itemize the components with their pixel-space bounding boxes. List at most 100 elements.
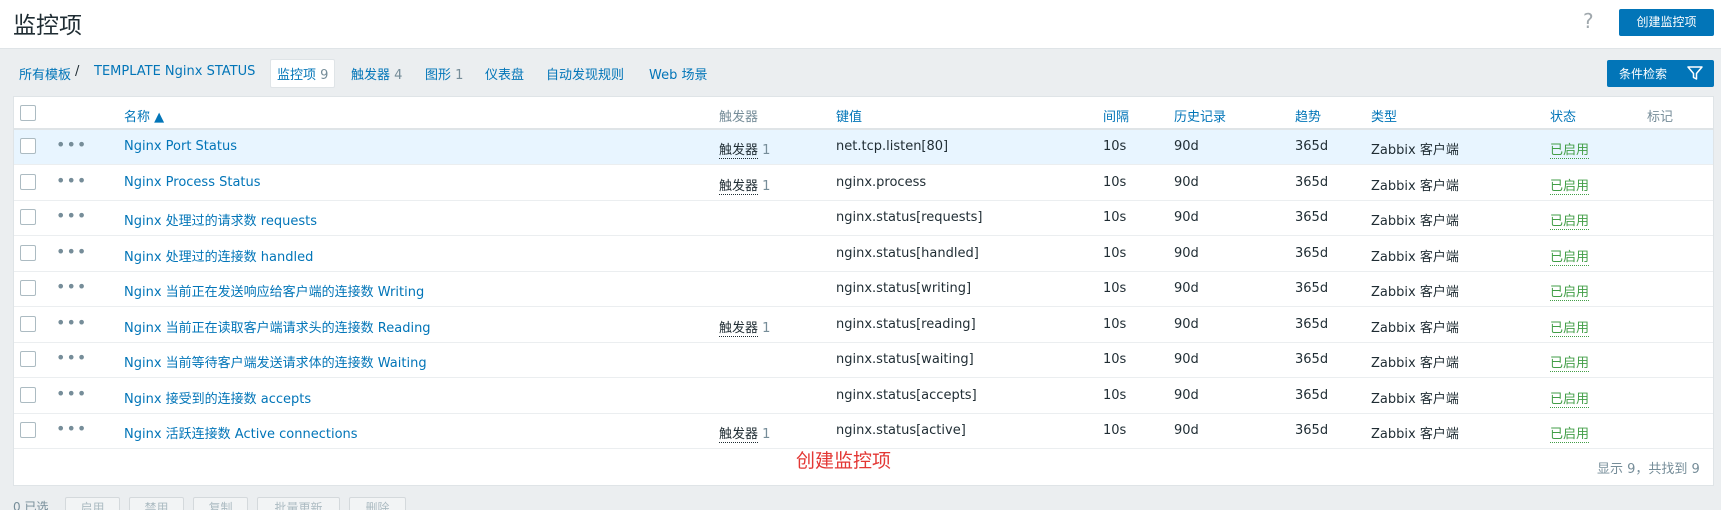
- row-checkbox[interactable]: [20, 209, 36, 225]
- column-key[interactable]: 键值: [836, 106, 862, 125]
- triggers-link[interactable]: 触发器: [719, 143, 759, 159]
- select-all-checkbox[interactable]: [20, 105, 36, 121]
- create-item-link-annotation[interactable]: 创建监控项: [796, 446, 891, 473]
- item-type: Zabbix 客户端: [1371, 356, 1459, 371]
- column-history[interactable]: 历史记录: [1174, 106, 1226, 125]
- tab-discovery-rules[interactable]: 自动发现规则: [546, 64, 624, 83]
- tab-items-label: 监控项: [277, 68, 317, 83]
- row-checkbox[interactable]: [20, 138, 36, 154]
- page-header: 监控项 ? 创建监控项: [0, 0, 1721, 48]
- item-history: 90d: [1174, 423, 1199, 438]
- item-name-link[interactable]: Nginx 活跃连接数 Active connections: [124, 423, 358, 442]
- column-triggers: 触发器: [719, 110, 759, 125]
- item-type: Zabbix 客户端: [1371, 178, 1459, 194]
- item-name-link[interactable]: Nginx 处理过的连接数 handled: [124, 246, 313, 265]
- row-actions-menu-icon[interactable]: •••: [56, 206, 87, 225]
- row-actions-menu-icon[interactable]: •••: [56, 171, 87, 190]
- item-key: nginx.status[writing]: [836, 281, 972, 296]
- item-trends: 365d: [1295, 352, 1329, 367]
- column-tags: 标记: [1647, 110, 1674, 125]
- item-status-toggle[interactable]: 已启用: [1550, 139, 1590, 159]
- status-badge[interactable]: 已启用: [1550, 320, 1590, 337]
- item-status-toggle[interactable]: 已启用: [1550, 317, 1590, 337]
- row-checkbox[interactable]: [20, 173, 36, 190]
- item-triggers: 触发器 1: [719, 317, 770, 337]
- column-name[interactable]: 名称 ▲: [124, 106, 164, 125]
- item-name-link[interactable]: Nginx 处理过的请求数 requests: [124, 210, 317, 229]
- row-checkbox[interactable]: [20, 280, 36, 296]
- item-trends: 365d: [1295, 210, 1329, 225]
- status-badge[interactable]: 已启用: [1550, 143, 1590, 159]
- triggers-link[interactable]: 触发器: [719, 427, 759, 443]
- row-actions-menu-icon[interactable]: •••: [56, 277, 87, 296]
- row-checkbox[interactable]: [20, 386, 36, 403]
- item-interval: 10s: [1103, 387, 1127, 403]
- tab-items[interactable]: 监控项 9: [270, 59, 336, 88]
- item-key: nginx.status[accepts]: [836, 387, 977, 403]
- tab-dashboards[interactable]: 仪表盘: [485, 64, 524, 83]
- status-badge[interactable]: 已启用: [1550, 214, 1590, 230]
- row-checkbox[interactable]: [20, 244, 36, 261]
- help-icon[interactable]: ?: [1583, 9, 1594, 33]
- breadcrumb-all-templates[interactable]: 所有模板: [19, 64, 71, 83]
- item-history: 90d: [1174, 316, 1199, 332]
- status-badge[interactable]: 已启用: [1550, 427, 1590, 443]
- item-name-link[interactable]: Nginx Port Status: [124, 139, 237, 154]
- tab-web-scenarios[interactable]: Web 场景: [649, 64, 707, 83]
- item-name-link[interactable]: Nginx Process Status: [124, 175, 261, 190]
- delete-button[interactable]: 删除: [349, 497, 406, 510]
- item-name-link[interactable]: Nginx 当前正在读取客户端请求头的连接数 Reading: [124, 317, 431, 336]
- item-name-link[interactable]: Nginx 接受到的连接数 accepts: [124, 388, 311, 407]
- item-status-toggle[interactable]: 已启用: [1550, 210, 1590, 230]
- item-status-toggle[interactable]: 已启用: [1550, 352, 1590, 372]
- triggers-link[interactable]: 触发器: [719, 178, 759, 195]
- row-actions-menu-icon[interactable]: •••: [56, 313, 87, 332]
- item-trends: 365d: [1295, 387, 1329, 403]
- triggers-count: 1: [762, 427, 771, 442]
- item-status-toggle[interactable]: 已启用: [1550, 175, 1590, 195]
- status-badge[interactable]: 已启用: [1550, 178, 1590, 195]
- column-interval[interactable]: 间隔: [1103, 106, 1129, 125]
- item-status-toggle[interactable]: 已启用: [1550, 281, 1590, 301]
- mass-update-button[interactable]: 批量更新: [257, 497, 340, 510]
- item-trends: 365d: [1295, 139, 1329, 154]
- row-actions-menu-icon[interactable]: •••: [56, 348, 87, 367]
- status-badge[interactable]: 已启用: [1550, 285, 1590, 301]
- item-key: nginx.status[waiting]: [836, 352, 974, 367]
- row-actions-menu-icon[interactable]: •••: [56, 384, 87, 403]
- status-badge[interactable]: 已启用: [1550, 391, 1590, 408]
- tab-graphs-label: 图形: [425, 68, 452, 83]
- triggers-link[interactable]: 触发器: [719, 320, 759, 337]
- copy-button[interactable]: 复制: [193, 497, 248, 510]
- status-badge[interactable]: 已启用: [1550, 356, 1590, 372]
- row-checkbox[interactable]: [20, 315, 36, 332]
- item-interval: 10s: [1103, 245, 1127, 261]
- item-history: 90d: [1174, 139, 1199, 154]
- tab-triggers[interactable]: 触发器 4: [351, 64, 402, 83]
- filter-button[interactable]: 条件检索: [1607, 60, 1714, 87]
- item-key: net.tcp.listen[80]: [836, 139, 949, 154]
- item-name-link[interactable]: Nginx 当前正在发送响应给客户端的连接数 Writing: [124, 281, 424, 300]
- status-badge[interactable]: 已启用: [1550, 249, 1590, 266]
- row-actions-menu-icon[interactable]: •••: [56, 135, 87, 154]
- item-key: nginx.status[requests]: [836, 210, 983, 225]
- row-actions-menu-icon[interactable]: •••: [56, 242, 87, 261]
- create-item-button[interactable]: 创建监控项: [1619, 9, 1714, 36]
- item-status-toggle[interactable]: 已启用: [1550, 423, 1590, 443]
- item-status-toggle[interactable]: 已启用: [1550, 246, 1590, 266]
- tab-graphs[interactable]: 图形 1: [425, 64, 463, 83]
- column-status[interactable]: 状态: [1550, 106, 1576, 125]
- column-trends[interactable]: 趋势: [1295, 106, 1321, 125]
- row-checkbox[interactable]: [20, 351, 36, 367]
- row-checkbox[interactable]: [20, 422, 36, 438]
- item-type: Zabbix 客户端: [1371, 249, 1459, 265]
- enable-button[interactable]: 启用: [65, 497, 120, 510]
- breadcrumb-template[interactable]: TEMPLATE Nginx STATUS: [94, 64, 255, 79]
- row-actions-menu-icon[interactable]: •••: [56, 419, 87, 438]
- item-type: Zabbix 客户端: [1371, 391, 1459, 407]
- item-history: 90d: [1174, 174, 1199, 190]
- item-status-toggle[interactable]: 已启用: [1550, 388, 1590, 408]
- column-type[interactable]: 类型: [1371, 106, 1397, 125]
- disable-button[interactable]: 禁用: [129, 497, 184, 510]
- item-name-link[interactable]: Nginx 当前等待客户端发送请求体的连接数 Waiting: [124, 352, 427, 371]
